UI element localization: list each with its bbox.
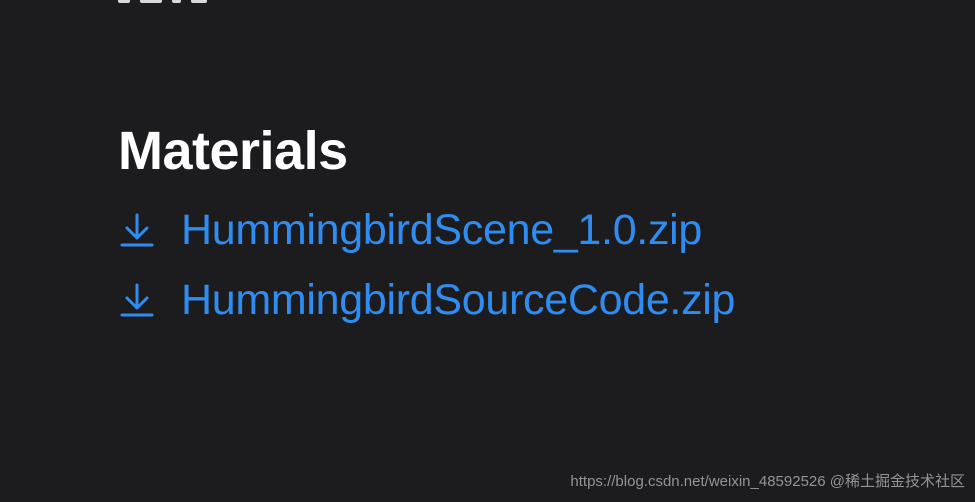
materials-section: Materials HummingbirdScene_1.0.zip Hummi… (118, 118, 838, 324)
download-icon (120, 213, 154, 247)
materials-heading: Materials (118, 121, 348, 181)
truncated-previous-content (118, 0, 207, 3)
file-name: HummingbirdScene_1.0.zip (181, 206, 703, 254)
download-link-hummingbird-source-code[interactable]: HummingbirdSourceCode.zip (118, 276, 838, 324)
watermark: https://blog.csdn.net/weixin_48592526 @稀… (570, 473, 965, 490)
materials-file-list: HummingbirdScene_1.0.zip HummingbirdSour… (118, 206, 838, 324)
file-name: HummingbirdSourceCode.zip (181, 276, 736, 324)
download-icon (120, 283, 154, 317)
download-link-hummingbird-scene[interactable]: HummingbirdScene_1.0.zip (118, 206, 838, 254)
